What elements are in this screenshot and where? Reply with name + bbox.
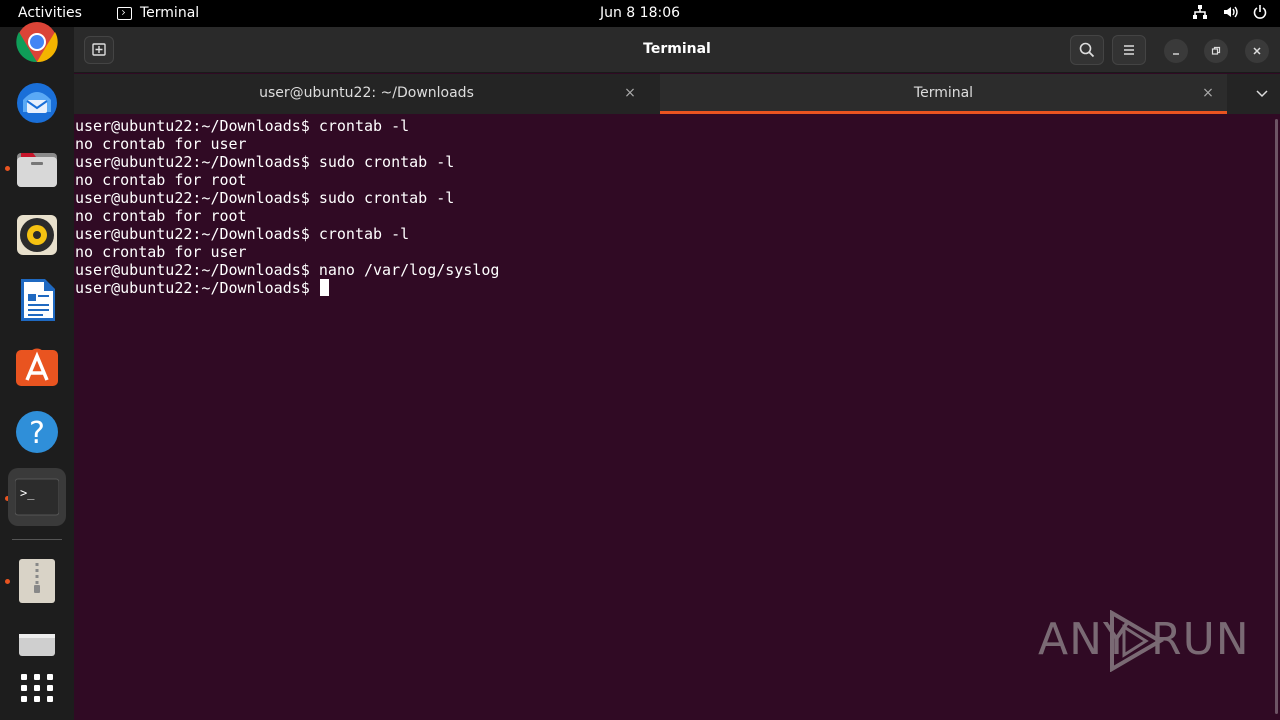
dock-app-writer[interactable] [8,271,66,329]
tab-close-button[interactable]: × [1199,84,1217,102]
svg-text:>_: >_ [20,486,35,500]
search-button[interactable] [1070,35,1104,65]
dock-app-app-center[interactable] [8,337,66,395]
dock-app-terminal[interactable]: >_ [8,468,66,526]
tab-bar: user@ubuntu22: ~/Downloads × Terminal × [74,74,1280,114]
anyrun-watermark: ANY RUN [1038,606,1249,674]
terminal-line: user@ubuntu22:~/Downloads$ sudo crontab … [75,153,455,171]
rhythmbox-icon [17,215,57,255]
dock-app-rhythmbox[interactable] [8,206,66,264]
close-icon [1253,47,1261,55]
watermark-text-right: RUN [1151,614,1250,665]
dock-show-apps[interactable] [8,663,66,720]
app-center-icon [16,348,58,386]
terminal-prompt: user@ubuntu22:~/Downloads$ [75,279,319,297]
terminal-line: user@ubuntu22:~/Downloads$ crontab -l [75,117,410,135]
new-tab-icon [92,43,106,56]
close-window-button[interactable] [1245,39,1269,63]
active-tab-indicator [660,111,1227,114]
terminal-lines: user@ubuntu22:~/Downloads$ crontab -l no… [75,117,499,297]
help-icon: ? [16,411,58,453]
svg-text:?: ? [29,416,45,451]
dock-app-files[interactable] [8,140,66,198]
volume-icon[interactable] [1222,4,1238,22]
app-grid-icon [21,674,53,702]
restore-icon [1211,46,1221,55]
terminal-line: user@ubuntu22:~/Downloads$ crontab -l [75,225,410,243]
tab-label: user@ubuntu22: ~/Downloads [259,85,474,101]
tab-close-button[interactable]: × [621,84,639,102]
dock-separator [12,539,62,540]
text-cursor [319,279,329,296]
tabs-dropdown-button[interactable] [1252,84,1272,104]
menu-button[interactable] [1112,35,1146,65]
terminal-icon [117,6,132,20]
tab-label: Terminal [913,85,974,101]
terminal-line: no crontab for root [75,207,247,225]
dock: ? >_ [0,22,74,720]
terminal-prompt-line: user@ubuntu22:~/Downloads$ [75,279,499,297]
chrome-icon [16,22,58,63]
chevron-down-icon [1256,90,1268,98]
scrollbar[interactable] [1275,119,1278,714]
power-icon[interactable] [1252,4,1268,22]
terminal-icon: >_ [15,478,59,516]
thunderbird-icon [17,83,57,123]
app-menu-label: Terminal [140,5,200,21]
new-tab-button[interactable] [84,36,114,64]
network-icon[interactable] [1192,4,1208,22]
archive-icon [19,559,55,603]
header-bar: Terminal [74,27,1280,73]
minimize-icon [1173,53,1179,55]
tab-downloads[interactable]: user@ubuntu22: ~/Downloads × [74,74,659,114]
drive-icon [19,634,55,656]
terminal-line: user@ubuntu22:~/Downloads$ sudo crontab … [75,189,455,207]
app-menu[interactable]: Terminal [117,5,199,21]
terminal-line: no crontab for user [75,243,247,261]
tab-terminal[interactable]: Terminal × [660,74,1227,114]
dock-app-thunderbird[interactable] [8,73,66,131]
dock-app-help[interactable]: ? [8,403,66,461]
terminal-line: no crontab for user [75,135,247,153]
hamburger-icon [1124,45,1134,55]
top-bar: Activities Terminal Jun 8 18:06 [0,0,1280,27]
system-tray[interactable] [1192,4,1268,22]
files-icon [17,153,57,187]
writer-icon [21,279,55,321]
maximize-button[interactable] [1204,39,1228,63]
terminal-line: no crontab for root [75,171,247,189]
dock-app-chrome[interactable] [8,13,66,71]
minimize-button[interactable] [1164,39,1188,63]
dock-app-archive-manager[interactable] [8,552,66,610]
search-icon [1079,42,1095,58]
terminal-line: user@ubuntu22:~/Downloads$ nano /var/log… [75,261,500,279]
